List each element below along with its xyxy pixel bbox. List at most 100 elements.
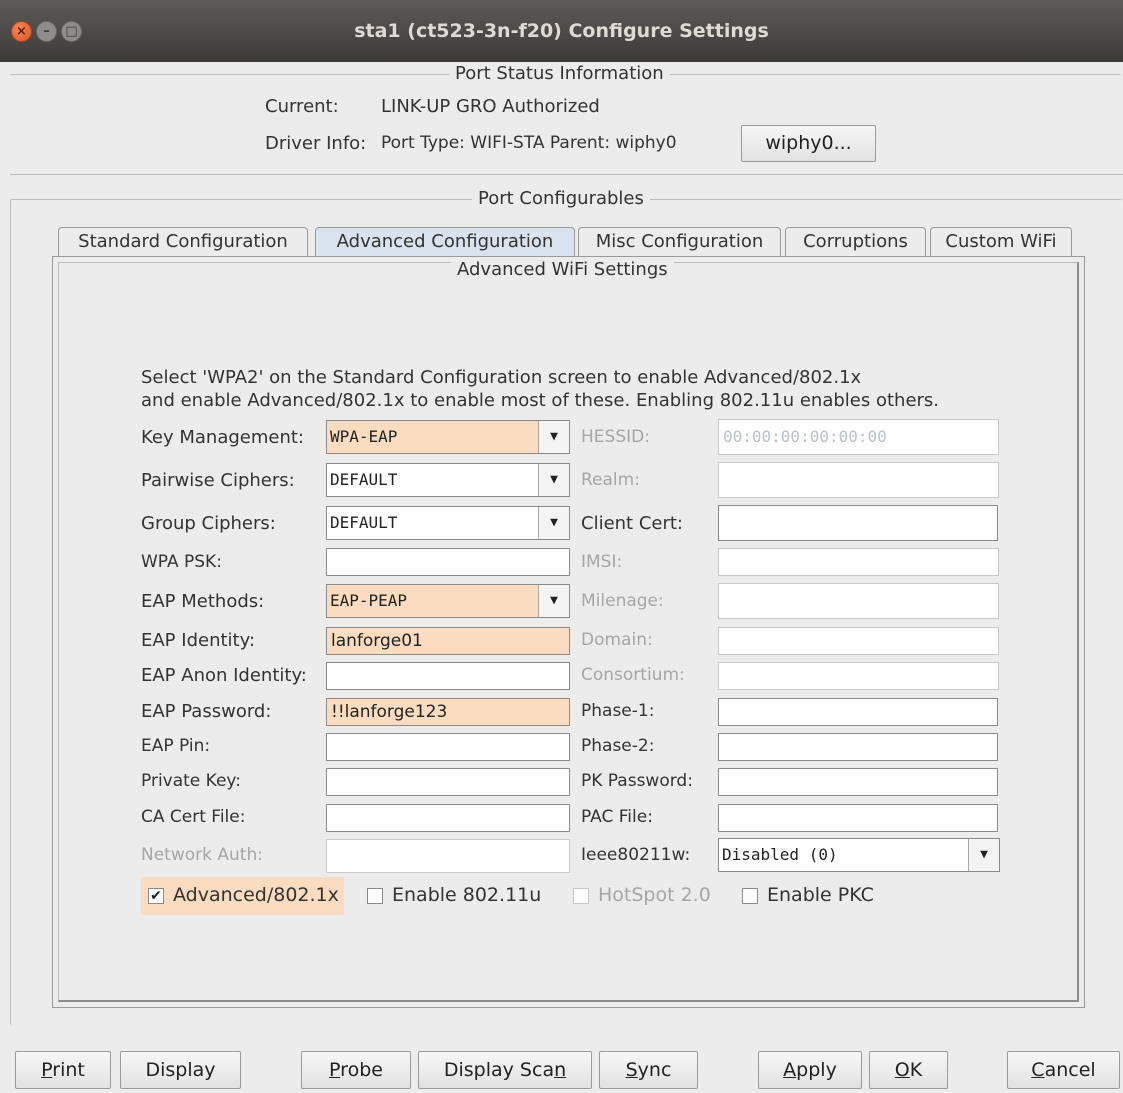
eap-password-label: EAP Password: [141,701,272,722]
eap-pin-label: EAP Pin: [141,736,211,756]
key-management-select[interactable]: WPA-EAP ▼ [326,420,570,454]
ca-cert-file-input[interactable] [326,804,570,832]
pairwise-ciphers-label: Pairwise Ciphers: [141,470,295,491]
realm-label: Realm: [581,470,640,490]
sync-button[interactable]: Sync [599,1051,698,1089]
enable-pkc-label[interactable]: Enable PKC [767,884,874,906]
display-scan-button[interactable]: Display Scan [418,1051,592,1089]
ieee80211w-select[interactable]: Disabled (0) ▼ [718,838,1000,872]
enable-80211u-checkbox[interactable] [367,888,383,904]
key-management-value: WPA-EAP [330,427,398,446]
group-ciphers-label: Group Ciphers: [141,513,276,534]
tab-custom-wifi[interactable]: Custom WiFi [930,227,1072,257]
network-auth-label: Network Auth: [141,845,263,865]
close-icon: × [16,24,27,39]
tab-corruptions[interactable]: Corruptions [785,227,926,257]
advanced-wifi-legend: Advanced WiFi Settings [451,259,674,280]
apply-button[interactable]: Apply [758,1051,862,1089]
maximize-window-button[interactable]: □ [61,21,82,42]
wiphy-button[interactable]: wiphy0... [741,125,876,162]
eap-password-input[interactable]: !!lanforge123 [326,698,570,726]
current-label: Current: [265,96,339,117]
eap-anon-identity-label: EAP Anon Identity: [141,665,307,686]
eap-pin-input[interactable] [326,733,570,761]
tab-standard-configuration[interactable]: Standard Configuration [58,227,308,257]
ieee80211w-value: Disabled (0) [722,845,838,864]
eap-methods-select[interactable]: EAP-PEAP ▼ [326,584,570,618]
phase-2-input[interactable] [718,733,998,761]
eap-identity-input[interactable]: lanforge01 [326,627,570,655]
client-cert-input[interactable] [718,505,998,541]
private-key-label: Private Key: [141,771,241,791]
enable-80211u-label[interactable]: Enable 802.11u [392,884,541,906]
display-scan-mnemonic: n [554,1059,567,1081]
phase-1-input[interactable] [718,698,998,726]
pac-file-input[interactable] [718,804,998,832]
hotspot-checkbox[interactable] [573,888,589,904]
private-key-input[interactable] [326,768,570,796]
realm-input[interactable] [718,462,999,498]
wpa-psk-input[interactable] [326,548,570,576]
hotspot-label: HotSpot 2.0 [598,884,711,906]
chevron-down-icon: ▼ [968,839,999,871]
group-ciphers-select[interactable]: DEFAULT ▼ [326,506,570,540]
divider [10,174,1123,175]
pac-file-label: PAC File: [581,807,653,827]
imsi-input[interactable] [718,548,999,576]
display-button[interactable]: Display [120,1051,241,1089]
port-configurables-legend: Port Configurables [472,188,650,209]
apply-label: pply [796,1059,837,1081]
eap-methods-value: EAP-PEAP [330,591,408,610]
ca-cert-file-label: CA Cert File: [141,807,246,827]
probe-button[interactable]: Probe [301,1051,411,1089]
advanced-8021x-label[interactable]: Advanced/802.1x [173,884,339,906]
ok-button[interactable]: OK [869,1051,948,1089]
eap-anon-identity-input[interactable] [326,662,570,690]
milenage-label: Milenage: [581,591,664,611]
hessid-label: HESSID: [581,427,650,447]
sync-label: ync [637,1059,672,1081]
phase-2-label: Phase-2: [581,736,655,756]
note-line-1: Select 'WPA2' on the Standard Configurat… [141,367,862,388]
network-auth-input[interactable] [326,839,570,873]
apply-mnemonic: A [783,1059,797,1081]
milenage-input[interactable] [718,583,999,619]
probe-mnemonic: P [329,1059,341,1081]
domain-input[interactable] [718,627,999,655]
close-window-button[interactable]: × [11,21,32,42]
consortium-label: Consortium: [581,665,685,685]
current-value: LINK-UP GRO Authorized [381,96,600,117]
eap-methods-label: EAP Methods: [141,591,265,612]
pairwise-ciphers-value: DEFAULT [330,470,398,489]
minimize-icon: – [43,24,50,39]
tab-advanced-configuration[interactable]: Advanced Configuration [315,227,575,257]
chevron-down-icon: ▼ [538,421,569,453]
print-button[interactable]: Print [15,1051,111,1089]
eap-identity-label: EAP Identity: [141,630,256,651]
tab-misc-configuration[interactable]: Misc Configuration [578,227,781,257]
pairwise-ciphers-select[interactable]: DEFAULT ▼ [326,463,570,497]
enable-pkc-checkbox[interactable] [742,888,758,904]
hessid-input[interactable]: 00:00:00:00:00:00 [718,419,999,455]
cancel-mnemonic: C [1031,1059,1045,1081]
window-title: sta1 (ct523-3n-f20) Configure Settings [354,20,769,42]
port-status-frame [10,74,1121,175]
pk-password-input[interactable] [718,768,998,796]
ok-label: K [909,1059,923,1081]
port-status-legend: Port Status Information [449,63,670,84]
display-scan-label: Display Sca [443,1059,555,1081]
advanced-8021x-checkbox[interactable]: ✔ [148,888,164,904]
key-management-label: Key Management: [141,427,304,448]
group-ciphers-value: DEFAULT [330,513,398,532]
print-label: rint [52,1059,85,1081]
ieee80211w-label: Ieee80211w: [581,845,691,865]
cancel-button[interactable]: Cancel [1007,1051,1120,1089]
ok-mnemonic: O [894,1059,910,1081]
wpa-psk-label: WPA PSK: [141,552,222,572]
domain-label: Domain: [581,630,653,650]
note-line-2: and enable Advanced/802.1x to enable mos… [141,390,940,411]
chevron-down-icon: ▼ [538,507,569,539]
minimize-window-button[interactable]: – [36,21,57,42]
consortium-input[interactable] [718,662,999,690]
phase-1-label: Phase-1: [581,701,655,721]
